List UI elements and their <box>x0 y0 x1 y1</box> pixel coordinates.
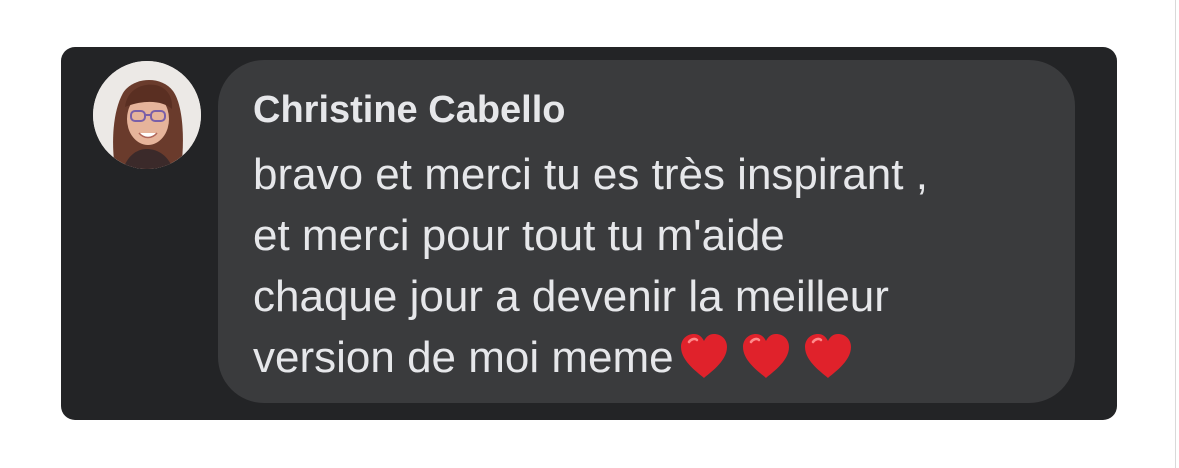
red-heart-icon <box>802 332 854 380</box>
message-line: bravo et merci tu es très inspirant , <box>253 150 928 199</box>
avatar-photo <box>93 61 201 169</box>
heart-emoji-group <box>678 332 864 396</box>
message-line: chaque jour a devenir la meilleur <box>253 272 889 321</box>
comment-author-name[interactable]: Christine Cabello <box>253 86 566 134</box>
comment-message: bravo et merci tu es très inspirant , et… <box>253 144 1053 396</box>
avatar[interactable] <box>93 61 201 169</box>
message-line: et merci pour tout tu m'aide <box>253 211 785 260</box>
comment-bubble: Christine Cabello bravo et merci tu es t… <box>218 60 1075 403</box>
page-edge-divider <box>1175 0 1176 468</box>
message-line-last: version de moi meme <box>253 327 1053 396</box>
comment-card: Christine Cabello bravo et merci tu es t… <box>61 47 1117 420</box>
red-heart-icon <box>678 332 730 380</box>
message-line-text: version de moi meme <box>253 333 674 382</box>
red-heart-icon <box>740 332 792 380</box>
